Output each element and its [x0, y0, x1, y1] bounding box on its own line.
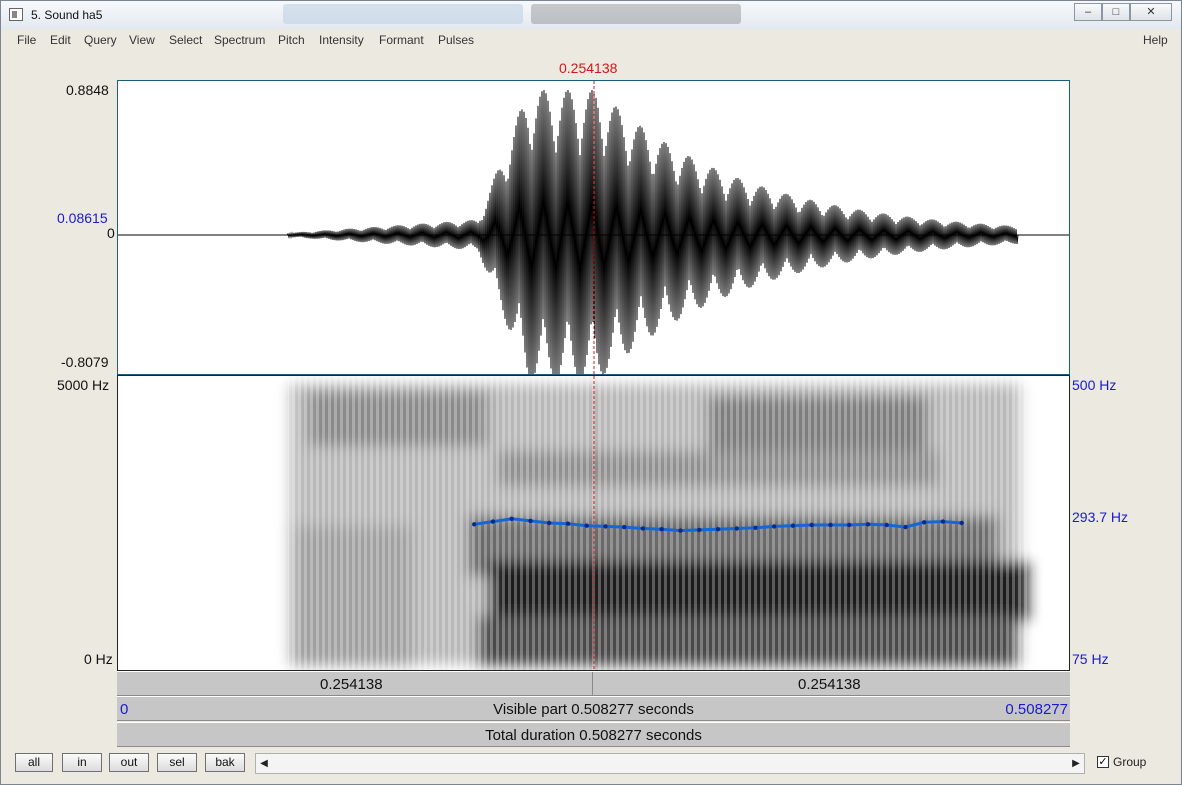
visible-end-value: 0.508277: [1005, 701, 1068, 718]
menu-formant[interactable]: Formant: [379, 33, 424, 47]
pitch-point: [884, 522, 889, 528]
pitch-top-label: 500 Hz: [1072, 377, 1117, 393]
menu-select[interactable]: Select: [169, 33, 202, 47]
menu-spectrum[interactable]: Spectrum: [214, 33, 265, 47]
menu-intensity[interactable]: Intensity: [319, 33, 364, 47]
pitch-point: [922, 520, 927, 525]
total-duration-label: Total duration 0.508277 seconds: [485, 727, 702, 744]
menu-file[interactable]: File: [17, 33, 36, 47]
pitch-point: [640, 526, 646, 531]
waveform-svg: [118, 81, 1069, 374]
pitch-point: [903, 524, 908, 530]
menu-pulses[interactable]: Pulses: [438, 33, 474, 47]
pitch-point: [940, 519, 946, 524]
pitch-point: [622, 524, 627, 530]
waveform-min-label: -0.8079: [61, 354, 109, 370]
pitch-point: [715, 527, 721, 532]
zoom-in-button[interactable]: in: [62, 753, 102, 772]
zoom-back-button[interactable]: bak: [205, 753, 245, 772]
spectrogram-panel[interactable]: [117, 375, 1070, 671]
pitch-point: [565, 521, 571, 526]
group-checkbox-label: Group: [1113, 755, 1147, 769]
total-duration-bar[interactable]: Total duration 0.508277 seconds: [117, 722, 1070, 747]
menu-pitch[interactable]: Pitch: [278, 33, 305, 47]
pitch-point: [790, 523, 796, 528]
pitch-point: [472, 522, 477, 527]
editor-client-area: 0.254138 0.8848 0.08615 0 -0.8079 5000 H…: [11, 51, 1174, 748]
scroll-left-arrow-icon[interactable]: ◀: [256, 754, 272, 773]
praat-sound-window: 5. Sound ha5 ‒ □ ✕ File Edit Query View …: [0, 0, 1182, 785]
horizontal-scrollbar[interactable]: ◀ ▶: [255, 753, 1085, 774]
maximize-button[interactable]: □: [1102, 3, 1130, 21]
background-window-ghost: [283, 4, 523, 24]
visible-part-bar[interactable]: 0 Visible part 0.508277 seconds 0.508277: [117, 696, 1070, 721]
cursor-time-bar[interactable]: 0.254138 0.254138: [117, 671, 1070, 696]
spectrogram-bottom-frequency-label: 0 Hz: [84, 651, 113, 667]
time-bar-right-value: 0.254138: [798, 676, 861, 693]
background-window-ghost-dark: [531, 4, 741, 24]
pitch-point: [828, 522, 833, 528]
pitch-point: [547, 520, 552, 526]
zoom-selection-button[interactable]: sel: [157, 753, 197, 772]
pitch-point: [865, 522, 871, 527]
zoom-out-button[interactable]: out: [109, 753, 149, 772]
menu-query[interactable]: Query: [84, 33, 117, 47]
spectrogram-svg: [288, 376, 1028, 670]
waveform-cursor-value-label: 0.08615: [57, 210, 108, 226]
waveform-zero-label: 0: [107, 225, 115, 241]
close-button[interactable]: ✕: [1130, 3, 1172, 21]
pitch-point: [659, 527, 664, 532]
pitch-point: [809, 522, 814, 528]
time-bar-left-value: 0.254138: [320, 676, 383, 693]
menu-help[interactable]: Help: [1143, 33, 1168, 47]
pitch-point: [959, 520, 964, 526]
time-bar-divider: [592, 672, 593, 695]
window-title: 5. Sound ha5: [31, 8, 103, 22]
waveform-max-label: 0.8848: [66, 82, 109, 98]
cursor-time-label: 0.254138: [559, 60, 618, 76]
pitch-point: [678, 528, 683, 533]
waveform-panel[interactable]: [117, 80, 1070, 375]
pitch-point: [772, 524, 777, 529]
pitch-point: [528, 518, 533, 524]
menu-view[interactable]: View: [129, 33, 155, 47]
pitch-point: [697, 527, 702, 533]
pitch-point: [847, 522, 852, 528]
pitch-point: [734, 526, 739, 531]
menu-bar: File Edit Query View Select Spectrum Pit…: [11, 31, 1173, 51]
pitch-point: [603, 524, 608, 529]
minimize-button[interactable]: ‒: [1074, 3, 1102, 21]
scroll-right-arrow-icon[interactable]: ▶: [1068, 754, 1084, 773]
zoom-all-button[interactable]: all: [15, 753, 53, 772]
menu-edit[interactable]: Edit: [50, 33, 71, 47]
pitch-cursor-value-label: 293.7 Hz: [1072, 509, 1129, 525]
group-checkbox[interactable]: ✓: [1097, 756, 1109, 768]
pitch-point: [584, 523, 589, 528]
pitch-point: [490, 519, 496, 524]
spectrogram-top-frequency-label: 5000 Hz: [57, 377, 110, 393]
bottom-toolbar: all in out sel bak ◀ ▶ ✓ Group: [11, 751, 1174, 777]
pitch-point: [753, 525, 758, 530]
pitch-point: [509, 516, 514, 521]
pitch-bottom-label: 75 Hz: [1072, 651, 1109, 667]
title-bar: 5. Sound ha5 ‒ □ ✕: [1, 1, 1181, 29]
visible-part-label: Visible part 0.508277 seconds: [493, 701, 694, 718]
window-icon: [9, 8, 23, 21]
